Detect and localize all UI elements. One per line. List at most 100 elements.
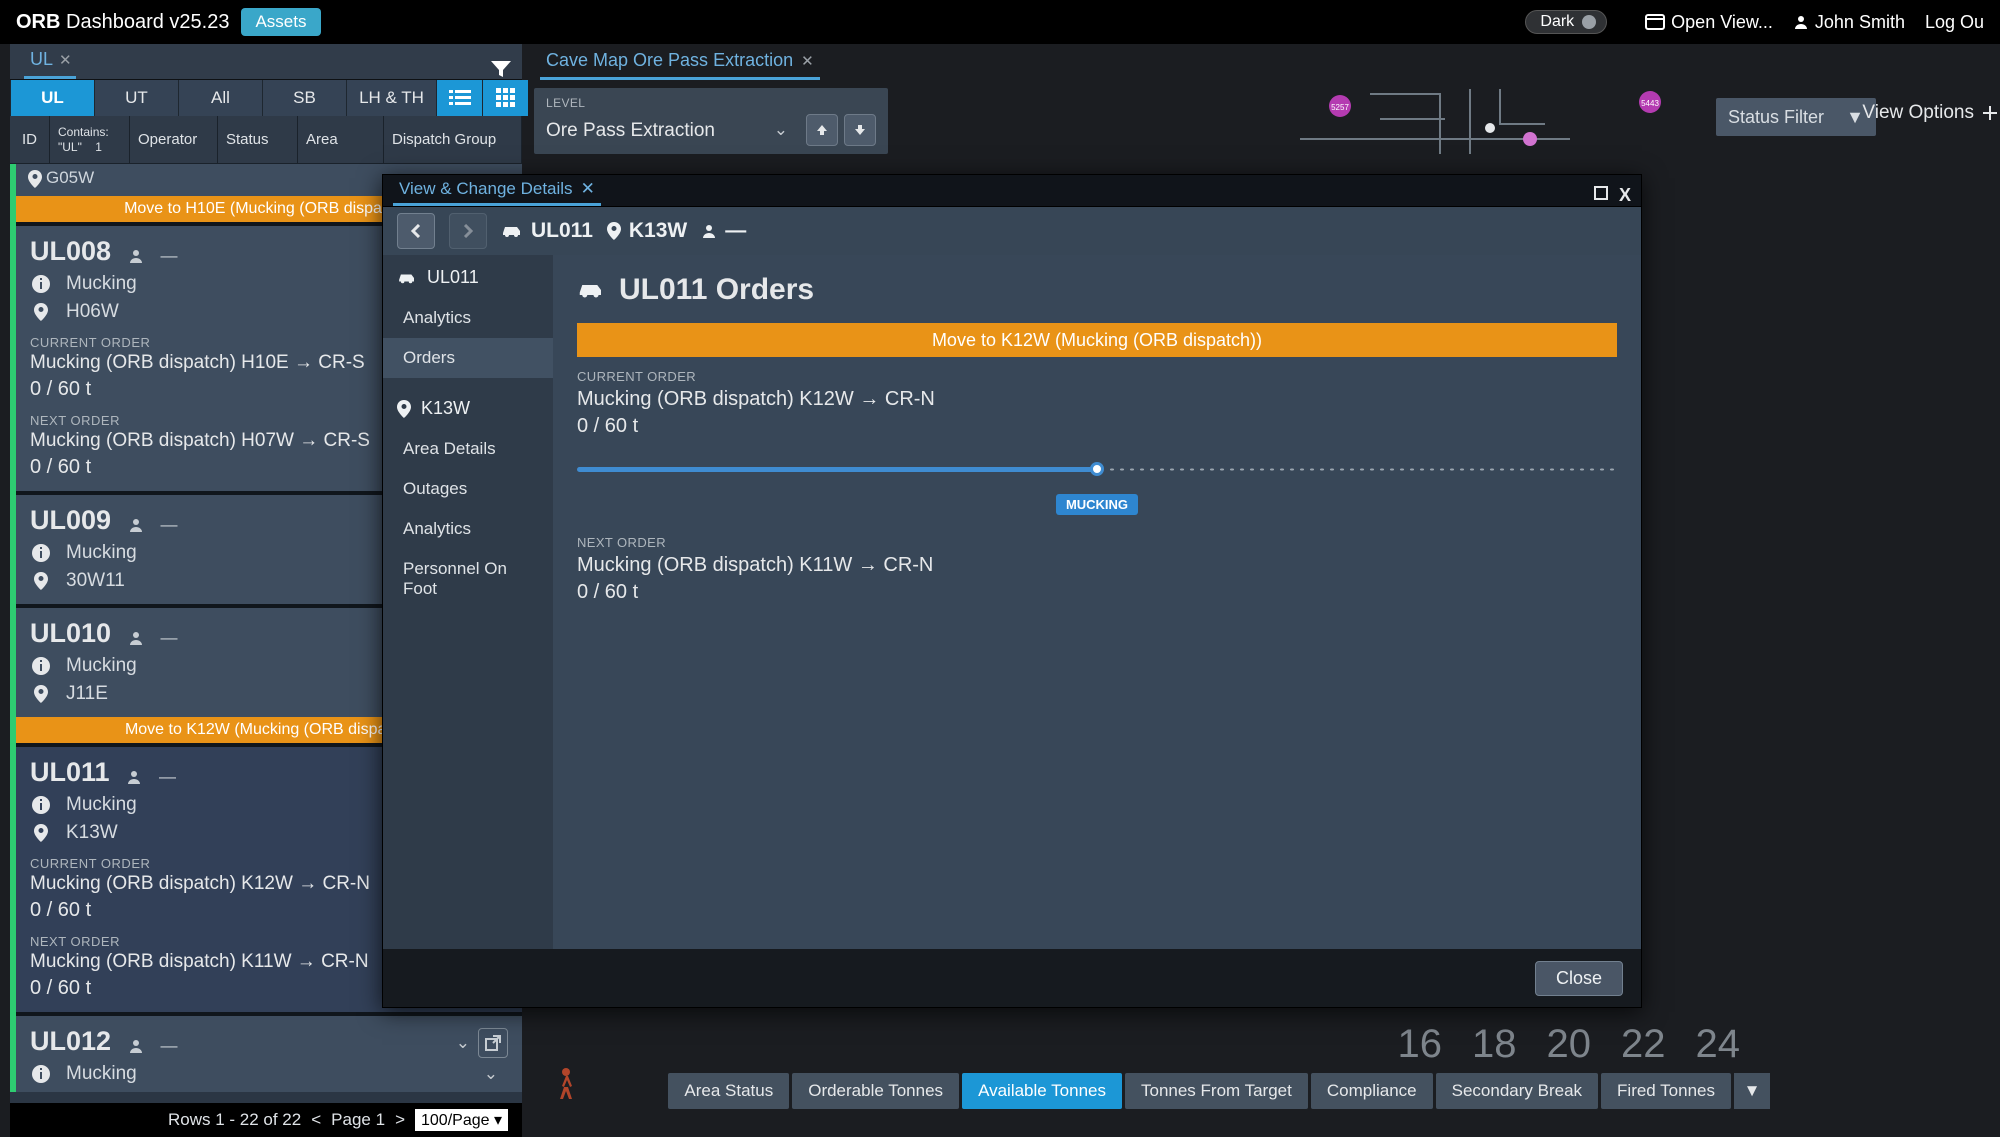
level-down-button[interactable] <box>844 114 876 146</box>
mode-available[interactable]: Available Tonnes <box>962 1073 1122 1109</box>
col-dispatch-group[interactable]: Dispatch Group <box>384 116 522 164</box>
next-order-progress: 0 / 60 t <box>577 581 1617 604</box>
modal-footer: Close <box>383 949 1641 1007</box>
chevron-down-icon[interactable]: ⌄ <box>774 120 788 140</box>
theme-toggle[interactable]: Dark <box>1525 10 1607 34</box>
level-up-button[interactable] <box>806 114 838 146</box>
asset-title: UL009 <box>30 505 111 536</box>
side-location-header[interactable]: K13W <box>383 388 553 429</box>
location-text: 30W11 <box>66 570 125 592</box>
modal-tabbar: View & Change Details✕ X <box>383 175 1641 207</box>
logout-button[interactable]: Log Ou <box>1925 12 1984 33</box>
col-operator[interactable]: Operator <box>130 116 218 164</box>
side-item-area-details[interactable]: Area Details <box>383 429 553 469</box>
modal-sidebar: UL011 Analytics Orders K13W Area Details… <box>383 255 553 949</box>
popout-icon <box>485 1035 501 1051</box>
subtab-ut[interactable]: UT <box>94 80 178 116</box>
crumb-asset[interactable]: UL011 <box>501 219 593 243</box>
asset-column-headers: ID Contains: "UL" 1 Operator Status Area… <box>10 116 522 164</box>
view-options-button[interactable]: View Options <box>1862 102 2000 124</box>
progress-knob[interactable] <box>1090 462 1104 476</box>
funnel-icon <box>490 59 512 79</box>
subtab-all[interactable]: All <box>178 80 262 116</box>
close-icon[interactable]: ✕ <box>801 52 814 70</box>
mode-secondary[interactable]: Secondary Break <box>1436 1073 1598 1109</box>
filter-button[interactable] <box>490 59 512 79</box>
grid-icon <box>496 88 516 108</box>
col-contains[interactable]: Contains: "UL" 1 <box>50 116 130 164</box>
chevron-down-icon[interactable]: ⌄ <box>456 1033 470 1053</box>
open-view-button[interactable]: Open View... <box>1645 12 1773 33</box>
user-menu[interactable]: John Smith <box>1793 12 1905 33</box>
level-label: LEVEL <box>546 96 876 110</box>
page-prev[interactable]: < <box>311 1110 321 1130</box>
crumb-location[interactable]: K13W <box>607 219 687 243</box>
col-area[interactable]: Area <box>298 116 384 164</box>
person-icon <box>128 517 144 533</box>
maximize-button[interactable] <box>1593 185 1609 206</box>
modal-order-banner: Move to K12W (Mucking (ORB dispatch)) <box>577 323 1617 357</box>
chevron-left-icon <box>410 224 422 238</box>
page-next[interactable]: > <box>395 1110 405 1130</box>
modal-tab-details[interactable]: View & Change Details✕ <box>393 175 601 206</box>
location-text: J11E <box>66 683 108 705</box>
main-tabs: Cave Map Ore Pass Extraction✕ <box>530 44 2000 80</box>
person-icon <box>701 223 717 239</box>
side-asset-header[interactable]: UL011 <box>383 257 553 298</box>
top-bar: ORB Dashboard v25.23 Assets Dark Open Vi… <box>0 0 2000 44</box>
col-status[interactable]: Status <box>218 116 298 164</box>
side-item-analytics2[interactable]: Analytics <box>383 509 553 549</box>
nav-forward-button[interactable] <box>449 213 487 249</box>
asset-card-ul012[interactable]: ⌄ UL012 — ⌄ Mucking <box>16 1012 522 1092</box>
info-icon <box>30 795 52 815</box>
next-order-label: NEXT ORDER <box>577 535 1617 550</box>
modal-breadcrumb-row: UL011 K13W — <box>383 207 1641 255</box>
side-item-personnel[interactable]: Personnel On Foot <box>383 549 553 609</box>
per-page-select[interactable]: 100/Page ▾ <box>415 1109 508 1131</box>
subtab-sb[interactable]: SB <box>262 80 346 116</box>
status-filter-select[interactable]: Status Filter▼ <box>1716 98 1876 136</box>
close-button[interactable]: Close <box>1535 961 1623 996</box>
modal-close-button[interactable]: X <box>1619 185 1631 206</box>
crumb-operator[interactable]: — <box>701 219 746 243</box>
vehicle-icon <box>577 280 605 300</box>
view-grid-button[interactable] <box>482 80 528 116</box>
col-id[interactable]: ID <box>10 116 50 164</box>
person-icon <box>128 1038 144 1054</box>
progress-bar[interactable] <box>577 462 1617 474</box>
mode-target[interactable]: Tonnes From Target <box>1125 1073 1308 1109</box>
mode-orderable[interactable]: Orderable Tonnes <box>792 1073 959 1109</box>
popout-button[interactable] <box>478 1028 508 1058</box>
view-list-button[interactable] <box>436 80 482 116</box>
side-item-orders[interactable]: Orders <box>383 338 553 378</box>
tab-cave-map[interactable]: Cave Map Ore Pass Extraction✕ <box>540 46 820 80</box>
mode-more[interactable]: ▼ <box>1734 1073 1770 1109</box>
svg-text:5257: 5257 <box>1331 103 1349 112</box>
subtab-ul[interactable]: UL <box>10 80 94 116</box>
chevron-down-icon[interactable]: ⌄ <box>484 1064 498 1084</box>
close-icon[interactable]: ✕ <box>581 179 595 199</box>
status-text: Mucking <box>66 273 137 295</box>
pin-icon <box>28 170 42 188</box>
status-text: Mucking <box>66 1063 137 1085</box>
details-modal: View & Change Details✕ X UL011 K13W <box>382 174 1642 1008</box>
mode-compliance[interactable]: Compliance <box>1311 1073 1433 1109</box>
mode-fired[interactable]: Fired Tonnes <box>1601 1073 1731 1109</box>
vehicle-icon <box>397 271 417 285</box>
assets-button[interactable]: Assets <box>241 8 320 36</box>
side-item-outages[interactable]: Outages <box>383 469 553 509</box>
plus-icon <box>1982 105 1998 121</box>
side-item-analytics[interactable]: Analytics <box>383 298 553 338</box>
asset-tab-ul[interactable]: UL✕ <box>24 45 76 79</box>
subtab-lhth[interactable]: LH & TH <box>346 80 436 116</box>
info-icon <box>30 543 52 563</box>
operator-dash: — <box>159 767 176 787</box>
level-select[interactable]: Ore Pass Extraction <box>546 120 774 141</box>
nav-back-button[interactable] <box>397 213 435 249</box>
page-text: Page 1 <box>331 1110 385 1130</box>
person-icon <box>126 769 142 785</box>
status-text: Mucking <box>66 655 137 677</box>
operator-dash: — <box>161 628 178 648</box>
mode-area-status[interactable]: Area Status <box>668 1073 789 1109</box>
close-icon[interactable]: ✕ <box>59 51 72 69</box>
